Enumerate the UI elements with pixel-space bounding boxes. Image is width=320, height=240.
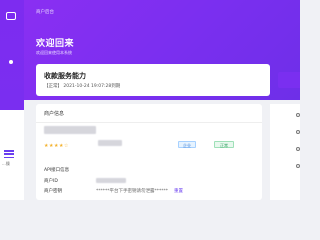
grid-icon[interactable] bbox=[12, 117, 19, 124]
sidebar: ...操 bbox=[0, 0, 24, 200]
reset-key-link[interactable]: 重置 bbox=[174, 189, 183, 194]
welcome-subtitle: 欢迎回来使用本系统 bbox=[36, 50, 72, 55]
indicator-dot-icon bbox=[9, 60, 13, 64]
merchant-id-label: 商户ID bbox=[44, 179, 58, 184]
capability-card: 收款服务能力 【正常】 2021-10-24 19:07:28到期 bbox=[36, 64, 270, 96]
menu-icon[interactable] bbox=[4, 150, 14, 158]
settings-icon[interactable] bbox=[296, 113, 300, 117]
breadcrumb: 商户后台 bbox=[36, 10, 54, 15]
capability-title: 收款服务能力 bbox=[44, 72, 86, 80]
merchant-id-redacted bbox=[96, 178, 126, 183]
welcome-title: 欢迎回来 bbox=[36, 39, 75, 49]
logo-icon bbox=[6, 12, 16, 20]
notification-icon[interactable] bbox=[296, 130, 300, 134]
merchant-key-row: ******平台下手密钥请勿泄露****** 重置 bbox=[96, 188, 183, 194]
merchant-name-redacted bbox=[44, 126, 96, 134]
capability-status: 【正常】 2021-10-24 19:07:28到期 bbox=[44, 84, 121, 89]
help-icon[interactable] bbox=[296, 147, 300, 151]
merchant-status-badge: 正常 bbox=[214, 141, 234, 148]
api-section-label: API接口信息 bbox=[44, 168, 70, 173]
right-panel bbox=[270, 104, 300, 200]
merchant-info-card: 商户信息 bbox=[36, 104, 262, 200]
info-icon[interactable] bbox=[296, 164, 300, 168]
merchant-meta-redacted bbox=[98, 140, 122, 146]
merchant-type-badge: 企业 bbox=[178, 141, 196, 148]
section-title: 商户信息 bbox=[44, 111, 65, 117]
divider bbox=[36, 122, 262, 123]
rating-stars: ★★★★☆ bbox=[44, 143, 69, 149]
sidebar-item-label[interactable]: ...操 bbox=[2, 161, 10, 167]
merchant-key-value: ******平台下手密钥请勿泄露****** bbox=[96, 189, 168, 194]
merchant-key-label: 商户密钥 bbox=[44, 189, 62, 194]
capability-action-button[interactable] bbox=[278, 72, 300, 88]
